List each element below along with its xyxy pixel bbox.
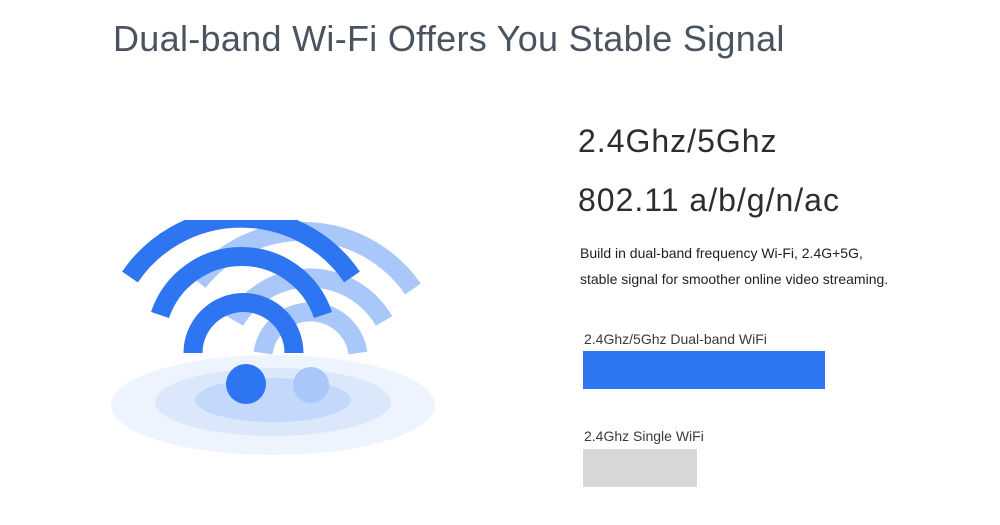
wifi-front-dot: [226, 364, 266, 404]
page-title: Dual-band Wi-Fi Offers You Stable Signal: [113, 18, 785, 59]
page: Dual-band Wi-Fi Offers You Stable Signal…: [0, 0, 1000, 525]
single-band-bar-fill: [583, 449, 697, 487]
wifi-back-dot: [293, 367, 329, 403]
wifi-signal-icon: [111, 220, 435, 455]
description-line: stable signal for smoother online video …: [580, 271, 889, 287]
dual-band-bar-fill: [583, 351, 825, 389]
feature-description: Build in dual-band frequency Wi-Fi, 2.4G…: [580, 240, 888, 292]
description-line: Build in dual-band frequency Wi-Fi, 2.4G…: [580, 245, 863, 261]
single-band-label: 2.4Ghz Single WiFi: [584, 428, 704, 444]
standard-spec: 802.11 a/b/g/n/ac: [578, 182, 840, 218]
band-spec: 2.4Ghz/5Ghz: [578, 123, 778, 159]
dual-band-bar: [583, 351, 825, 389]
dual-band-label: 2.4Ghz/5Ghz Dual-band WiFi: [584, 331, 767, 347]
ripple-base: [111, 355, 435, 455]
single-band-bar: [583, 449, 825, 487]
